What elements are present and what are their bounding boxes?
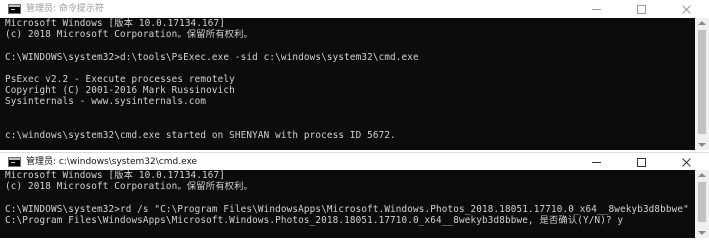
cmd-icon (8, 4, 21, 14)
console-line: Microsoft Windows [版本 10.0.17134.167] (5, 170, 226, 181)
close-button[interactable] (664, 153, 709, 171)
scrollbar-thumb[interactable] (698, 30, 706, 134)
console-line: C:\WINDOWS\system32>d:\tools\PsExec.exe … (5, 51, 419, 63)
vertical-scrollbar[interactable] (695, 170, 709, 238)
scroll-up-arrow-icon[interactable] (698, 21, 706, 25)
close-button[interactable] (664, 0, 709, 18)
console-line: Copyright (C) 2001-2016 Mark Russinovich (5, 85, 235, 97)
maximize-button[interactable] (619, 0, 664, 18)
console-line: Sysinternals - www.sysinternals.com (5, 96, 207, 108)
console-output[interactable]: Microsoft Windows [版本 10.0.17134.167] (c… (0, 170, 695, 238)
console-line: c:\windows\system32\cmd.exe started on S… (5, 129, 396, 141)
scroll-up-arrow-icon[interactable] (698, 173, 706, 177)
cmd-window-2[interactable]: 管理员: c:\windows\system32\cmd.exe Microso… (0, 152, 709, 238)
cmd-window-1[interactable]: 管理员: 命令提示符 Microsoft Windows [版本 10.0.17… (0, 0, 709, 150)
cmd-icon (8, 157, 21, 167)
scrollbar-thumb[interactable] (698, 182, 706, 222)
vertical-scrollbar[interactable] (695, 18, 709, 150)
window-title: 管理员: c:\windows\system32\cmd.exe (26, 157, 198, 167)
console-line: (c) 2018 Microsoft Corporation。保留所有权利。 (5, 29, 253, 41)
console-output[interactable]: Microsoft Windows [版本 10.0.17134.167] (c… (0, 18, 695, 150)
console-line: PsExec v2.2 - Execute processes remotely (5, 73, 235, 85)
console-line: Microsoft Windows [版本 10.0.17134.167] (5, 18, 226, 29)
scroll-down-arrow-icon[interactable] (698, 143, 706, 147)
title-bar[interactable]: 管理员: 命令提示符 (0, 0, 709, 18)
console-line: (c) 2018 Microsoft Corporation。保留所有权利。 (5, 181, 253, 193)
title-bar[interactable]: 管理员: c:\windows\system32\cmd.exe (0, 152, 709, 171)
minimize-button[interactable] (574, 153, 619, 171)
maximize-button[interactable] (619, 153, 664, 171)
console-line: C:\Program Files\WindowsApps\Microsoft.W… (5, 214, 624, 226)
console-line: C:\WINDOWS\system32>rd /s "C:\Program Fi… (5, 203, 689, 215)
window-title: 管理员: 命令提示符 (26, 4, 104, 14)
scroll-down-arrow-icon[interactable] (698, 231, 706, 235)
minimize-button[interactable] (574, 0, 619, 18)
